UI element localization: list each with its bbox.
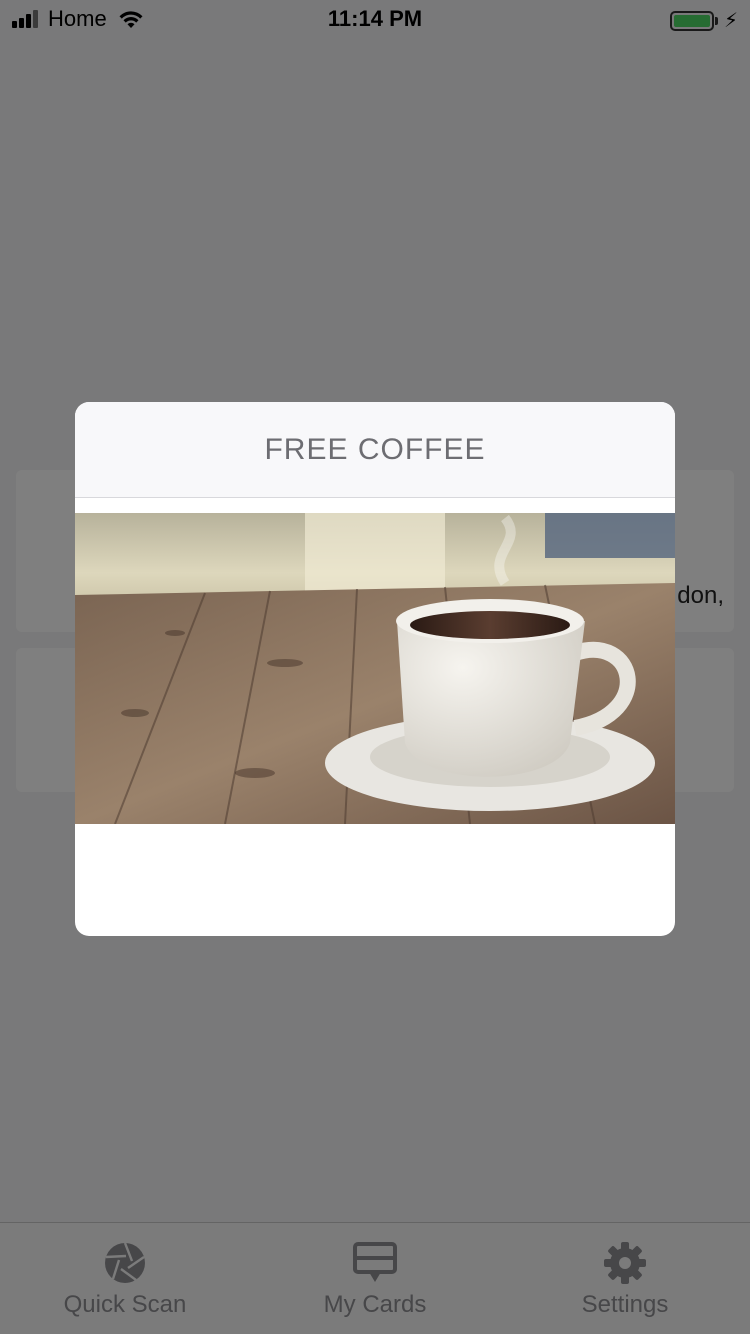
modal-header: FREE COFFEE xyxy=(75,402,675,498)
coffee-cup-photo xyxy=(75,513,675,824)
modal-title: FREE COFFEE xyxy=(264,432,486,466)
offer-modal: FREE COFFEE xyxy=(75,402,675,936)
